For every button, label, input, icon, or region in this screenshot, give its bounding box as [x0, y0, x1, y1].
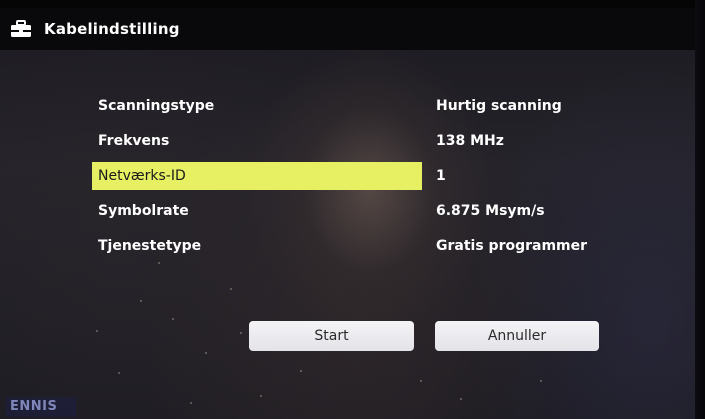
setting-label: Netværks-ID [92, 161, 422, 190]
setting-value: 138 MHz [436, 132, 504, 149]
tv-screen: Kabelindstilling Scanningstype Hurtig sc… [0, 0, 705, 419]
setting-row-network-id[interactable]: Netværks-ID 1 [92, 158, 632, 193]
page-title: Kabelindstilling [44, 20, 180, 38]
toolbox-icon [10, 20, 32, 38]
dialog-buttons: Start Annuller [249, 321, 609, 353]
title-bar: Kabelindstilling [0, 8, 695, 50]
setting-value: 1 [436, 167, 446, 184]
setting-label: Tjenestetype [98, 237, 202, 254]
settings-list: Scanningstype Hurtig scanning Frekvens 1… [92, 88, 632, 263]
screen-bezel-right [695, 0, 705, 419]
setting-row-symbol-rate[interactable]: Symbolrate 6.875 Msym/s [92, 193, 632, 228]
setting-row-scan-type[interactable]: Scanningstype Hurtig scanning [92, 88, 632, 123]
setting-row-service-type[interactable]: Tjenestetype Gratis programmer [92, 228, 632, 263]
cancel-button[interactable]: Annuller [435, 321, 599, 351]
setting-row-frequency[interactable]: Frekvens 138 MHz [92, 123, 632, 158]
setting-value: Gratis programmer [436, 237, 588, 254]
setting-label: Frekvens [98, 132, 170, 149]
setting-label: Symbolrate [98, 202, 189, 219]
setting-label: Scanningstype [98, 97, 215, 114]
setting-value: 6.875 Msym/s [436, 202, 545, 219]
setting-value: Hurtig scanning [436, 97, 562, 114]
channel-logo: ENNIS [6, 397, 76, 417]
screen-bezel-top [0, 0, 705, 8]
start-button[interactable]: Start [249, 321, 414, 351]
